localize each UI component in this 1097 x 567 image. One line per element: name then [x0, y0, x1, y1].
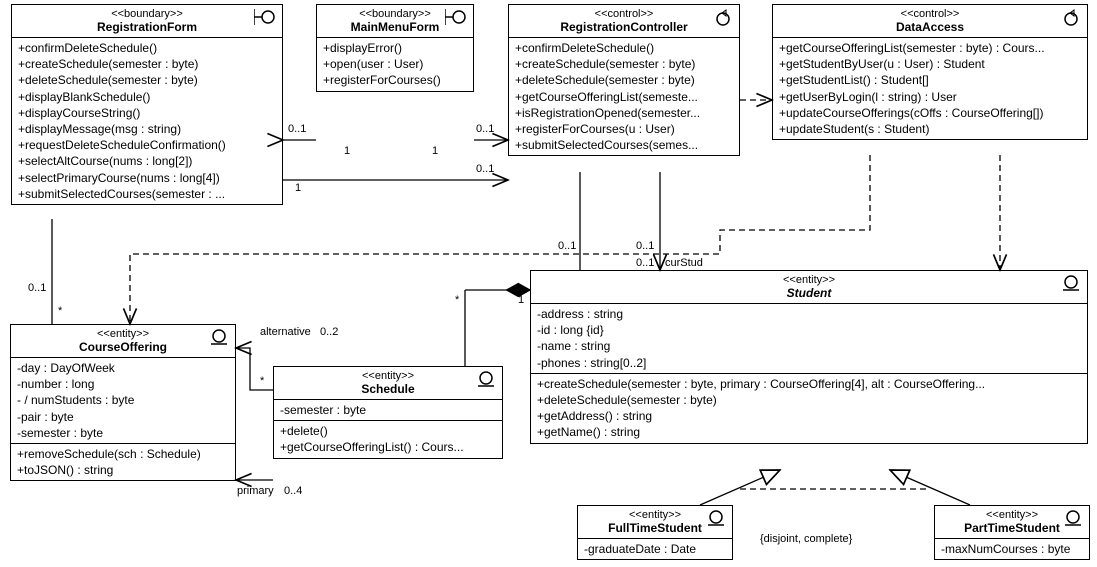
entity-icon [211, 329, 229, 350]
class-course-offering: <<entity>> CourseOffering -day : DayOfWe… [10, 324, 236, 481]
mult-label: 0..1 [476, 163, 494, 175]
entity-icon [478, 371, 496, 392]
mult-label: 0..1 [288, 123, 306, 135]
mult-label: 0..1 [636, 240, 654, 252]
boundary-icon [445, 9, 467, 30]
mult-label: 0..1 [476, 123, 494, 135]
role-label: primary [237, 485, 274, 497]
boundary-icon [254, 9, 276, 30]
role-label: curStud [665, 257, 703, 269]
mult-label: 0..1 [28, 282, 46, 294]
class-full-time-student: <<entity>> FullTimeStudent -graduateDate… [577, 505, 733, 560]
class-main-menu-form: <<boundary>> MainMenuForm +displayError(… [316, 4, 474, 92]
class-registration-form: <<boundary>> RegistrationForm +confirmDe… [11, 4, 283, 205]
role-label: alternative [260, 326, 311, 338]
entity-icon [1063, 275, 1081, 296]
mult-label: 0..4 [284, 485, 302, 497]
mult-label: 1 [295, 182, 301, 194]
class-schedule: <<entity>> Schedule -semester : byte +de… [273, 366, 503, 459]
mult-label: 1 [432, 145, 438, 157]
class-registration-controller: <<control>> RegistrationController +conf… [508, 4, 740, 156]
class-student: <<entity>> Student -address : string -id… [530, 270, 1088, 444]
constraint-label: {disjoint, complete} [760, 533, 852, 545]
mult-label: 1 [344, 145, 350, 157]
mult-label: 0..1 [558, 240, 576, 252]
mult-label: 0..2 [320, 326, 338, 338]
control-icon [1063, 9, 1081, 30]
class-part-time-student: <<entity>> PartTimeStudent -maxNumCourse… [934, 505, 1090, 560]
mult-label: * [260, 375, 264, 387]
mult-label: * [58, 305, 62, 317]
entity-icon [1065, 510, 1083, 531]
mult-label: 1 [518, 294, 524, 306]
control-icon [715, 9, 733, 30]
mult-label: * [455, 294, 459, 306]
entity-icon [708, 510, 726, 531]
mult-label: 0..1 [636, 257, 654, 269]
class-data-access: <<control>> DataAccess +getCourseOfferin… [772, 4, 1088, 140]
